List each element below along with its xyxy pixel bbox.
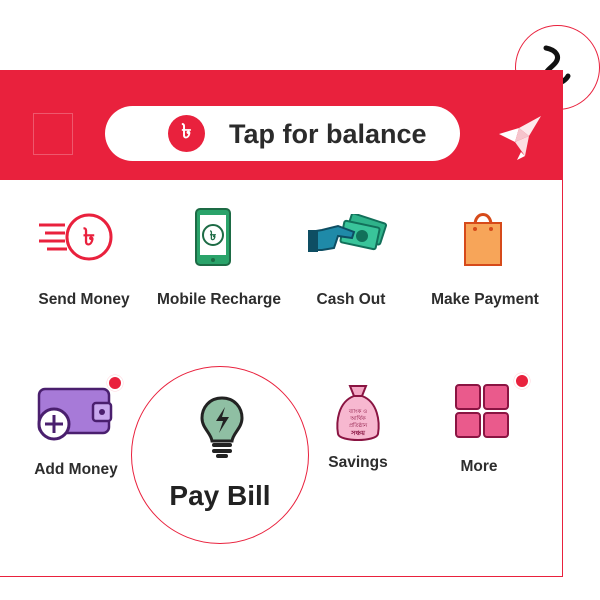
grid-more-icon (455, 384, 509, 438)
svg-text:৳: ৳ (83, 223, 95, 251)
service-label: Add Money (34, 461, 118, 478)
notification-dot (107, 375, 123, 391)
header-bar: ৳ Tap for balance (0, 70, 563, 180)
cash-out-icon (308, 214, 387, 252)
taka-icon: ৳ (168, 115, 205, 152)
service-label: Send Money (38, 291, 130, 308)
menu-button[interactable] (33, 113, 73, 155)
bird-logo-icon[interactable] (495, 112, 545, 162)
svg-text:৳: ৳ (210, 229, 217, 244)
service-pay-bill[interactable]: Pay Bill (131, 366, 309, 544)
balance-label: Tap for balance (229, 119, 427, 149)
savings-bag-text: সঞ্চয় (350, 429, 366, 437)
savings-bag-icon: ব্যাংক ও আর্থিক প্রতিষ্ঠান সঞ্চয় (336, 385, 380, 441)
service-label: More (460, 458, 498, 475)
service-label: Mobile Recharge (156, 291, 282, 308)
service-label: Savings (328, 454, 388, 471)
savings-bag-text: ব্যাংক ও (348, 409, 367, 415)
service-label: Cash Out (316, 291, 386, 308)
send-money-icon: ৳ (39, 213, 113, 261)
lightbulb-icon (200, 396, 244, 458)
wallet-add-icon (37, 387, 113, 441)
notification-dot (514, 373, 530, 389)
savings-bag-text: প্রতিষ্ঠান (349, 421, 368, 429)
service-label: Pay Bill (169, 480, 271, 511)
mobile-recharge-icon: ৳ (195, 208, 231, 266)
service-label: Make Payment (431, 291, 539, 308)
shopping-bag-icon (464, 213, 502, 266)
savings-bag-text: আর্থিক (349, 415, 367, 422)
balance-button[interactable]: ৳ Tap for balance (105, 106, 460, 161)
